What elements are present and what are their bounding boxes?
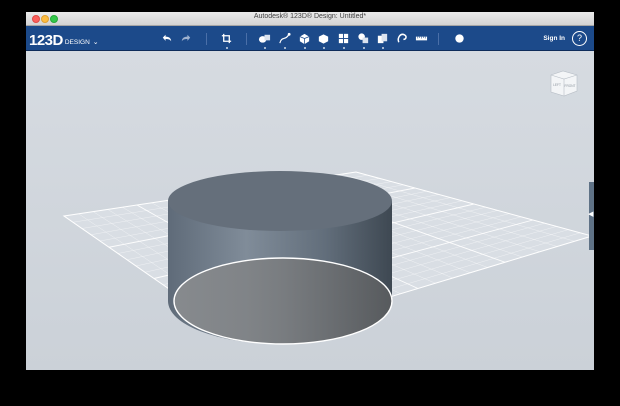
dropdown-indicator (263, 47, 266, 49)
sketch-button[interactable] (277, 31, 292, 49)
dropdown-indicator (283, 47, 286, 49)
logo-text: 123D (29, 32, 63, 49)
undo-button[interactable] (159, 31, 174, 46)
construct-icon (299, 33, 310, 45)
modify-icon (318, 34, 329, 44)
material-button[interactable] (452, 31, 467, 46)
dropdown-indicator (362, 47, 365, 49)
app-window: Autodesk® 123D® Design: Untitled* 123D D… (26, 12, 594, 370)
dropdown-indicator (381, 47, 384, 49)
redo-icon (181, 34, 191, 42)
pattern-button[interactable] (336, 31, 351, 49)
modify-button[interactable] (316, 31, 331, 49)
cylinder-body[interactable] (168, 171, 393, 345)
snap-button[interactable] (395, 31, 410, 46)
cylinder-top-face[interactable] (168, 171, 392, 231)
transform-button[interactable] (219, 31, 234, 49)
logo-subtext: DESIGN (64, 39, 90, 46)
toolbar-separator (206, 33, 207, 45)
measure-button[interactable] (414, 31, 429, 46)
3d-viewport[interactable]: FRONT LEFT ◀ (26, 51, 594, 370)
pattern-icon (338, 33, 349, 44)
dropdown-indicator (342, 47, 345, 49)
sketch-icon (279, 32, 291, 44)
primitives-icon (258, 34, 271, 43)
dropdown-indicator (322, 47, 325, 49)
main-toolbar: 123D DESIGN ⌄ Sign In ? (26, 26, 594, 51)
combine-button[interactable] (375, 31, 390, 49)
primitives-button[interactable] (257, 31, 272, 49)
toolbar-separator (246, 33, 247, 45)
dropdown-indicator (225, 47, 228, 49)
construct-button[interactable] (297, 31, 312, 49)
grouping-icon (358, 33, 369, 44)
scene-canvas[interactable] (26, 51, 594, 370)
view-cube-left-label: LEFT (553, 83, 561, 87)
measure-icon (415, 36, 428, 41)
chevron-down-icon: ⌄ (92, 39, 99, 46)
chevron-left-icon: ◀ (588, 211, 594, 218)
sign-in-link[interactable]: Sign In (543, 35, 565, 42)
transform-icon (221, 33, 232, 44)
material-icon (455, 34, 464, 43)
combine-icon (377, 33, 388, 44)
undo-icon (162, 34, 172, 42)
grouping-button[interactable] (356, 31, 371, 49)
view-cube-front-label: FRONT (565, 84, 576, 88)
snap-icon (397, 33, 407, 43)
view-cube[interactable]: FRONT LEFT (547, 65, 581, 99)
title-bar: Autodesk® 123D® Design: Untitled* (26, 12, 594, 26)
dropdown-indicator (303, 47, 306, 49)
help-button[interactable]: ? (572, 31, 587, 46)
redo-button[interactable] (179, 31, 194, 46)
side-panel-toggle[interactable]: ◀ (588, 182, 594, 250)
app-menu-button[interactable]: 123D DESIGN ⌄ (29, 30, 99, 48)
toolbar-separator (438, 33, 439, 45)
window-title: Autodesk® 123D® Design: Untitled* (253, 13, 367, 20)
